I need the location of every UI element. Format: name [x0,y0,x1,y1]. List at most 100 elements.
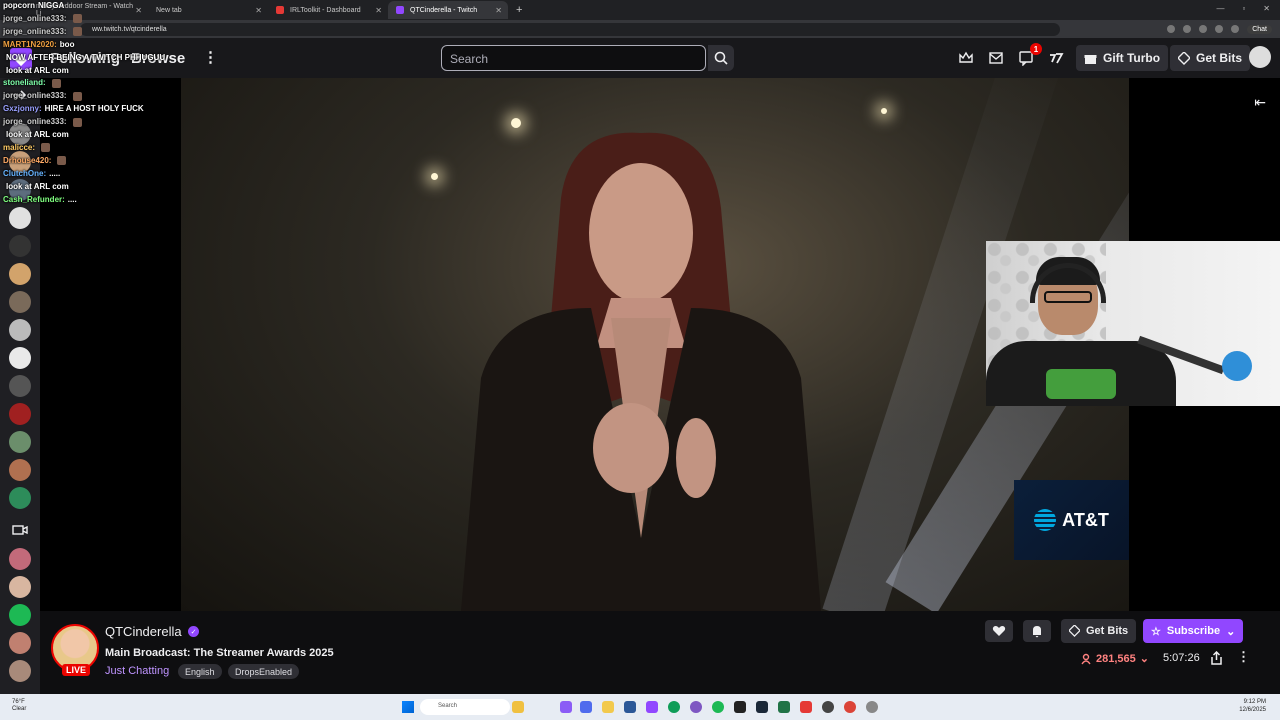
search-button[interactable] [708,45,734,71]
extension-icon[interactable] [1199,25,1208,33]
file-explorer-icon[interactable] [602,701,614,713]
twitch-taskbar-icon[interactable] [646,701,658,713]
chat-message-text: .... [67,194,77,204]
chrome-icon[interactable] [668,701,680,713]
close-tab-icon[interactable]: ✕ [375,6,382,15]
chat-username[interactable]: Gxzjonny: [3,104,42,113]
minimize-icon[interactable]: — [1216,4,1224,13]
taskbar-app-icon[interactable] [580,701,592,713]
gift-turbo-button[interactable]: Gift Turbo [1076,45,1169,71]
bell-icon [1033,625,1041,637]
chat-message-text: ..... [49,168,61,178]
chat-username[interactable]: malicce: [3,143,35,152]
taskbar-app-icon[interactable] [624,701,636,713]
channel-avatar[interactable] [9,263,31,285]
channel-name[interactable]: QTCinderella [105,624,182,639]
taskbar-app-icon[interactable] [560,701,572,713]
get-bits-button[interactable]: Get Bits [1061,619,1137,643]
close-window-icon[interactable]: ✕ [1263,4,1270,13]
channel-avatar[interactable] [9,207,31,229]
video-camera-icon[interactable] [12,524,28,536]
more-options-icon[interactable]: ⋮ [1237,649,1250,665]
taskbar-app-icon[interactable] [822,701,834,713]
channel-avatar[interactable] [9,347,31,369]
channel-avatar[interactable] [9,375,31,397]
profile-icon[interactable] [1231,25,1240,33]
follow-button[interactable] [985,620,1013,642]
chat-username[interactable]: jorge_online333: [3,91,67,100]
channel-avatar[interactable] [9,319,31,341]
get-bits-label: Get Bits [1196,51,1243,65]
channel-avatar[interactable] [9,632,31,654]
get-bits-button[interactable]: Get Bits [1170,45,1251,71]
channel-avatar[interactable] [9,459,31,481]
turbo-icon[interactable] [1048,50,1064,66]
inbox-icon[interactable] [988,50,1004,66]
extension-icon[interactable] [1215,25,1224,33]
system-clock[interactable]: 9:12 PM 12/6/2025 [1239,698,1266,714]
channel-avatar[interactable] [9,431,31,453]
channel-avatar[interactable] [9,548,31,570]
channel-avatar[interactable] [9,235,31,257]
tag-drops-enabled[interactable]: DropsEnabled [228,664,300,679]
chat-username[interactable]: jorge_online333: [3,14,67,23]
taskbar-app-icon[interactable] [734,701,746,713]
chat-username[interactable]: Cash_Refunder: [3,195,65,204]
taskbar-search-label: Search [438,703,458,709]
browser-tab[interactable]: IRLToolkit - Dashboard ✕ [268,1,388,19]
taskbar-app-icon[interactable] [800,701,812,713]
taskbar-app-icon[interactable] [512,701,524,713]
chat-username[interactable]: stoneliand: [3,78,46,87]
prime-crown-icon[interactable] [958,50,974,66]
user-avatar[interactable] [1249,46,1271,68]
maximize-icon[interactable]: ▫ [1242,4,1245,13]
share-icon[interactable] [1210,651,1223,665]
taskbar-app-icon[interactable] [778,701,790,713]
chat-username[interactable]: MART1N2020: [3,40,57,49]
notifications-button[interactable] [1023,620,1051,642]
new-tab-icon[interactable]: + [516,4,522,16]
att-globe-icon [1034,509,1057,531]
viewer-count[interactable]: 281,565 ⌄ [1080,652,1149,665]
chat-username[interactable]: ClutchOne: [3,169,46,178]
viewers-icon [1081,653,1091,664]
zoom-icon[interactable] [1167,25,1176,33]
twitch-favicon-icon [396,6,404,14]
channel-avatar[interactable] [9,291,31,313]
chat-username[interactable]: jorge_online333: [3,27,67,36]
channel-avatar[interactable] [9,403,31,425]
channel-avatar[interactable] [9,660,31,682]
windows-start-icon[interactable] [402,701,414,713]
chat-message: Cash_Refunder:.... [3,194,263,207]
channel-avatar[interactable] [9,487,31,509]
heart-icon [992,626,1006,636]
search-input[interactable]: Search [441,45,706,71]
channel-avatar[interactable] [9,576,31,598]
weather-widget[interactable]: 76°F Clear [12,699,26,713]
subscribe-button[interactable]: ☆ Subscribe ⌄ [1143,619,1244,643]
extensions-bar: Chat [1167,24,1272,34]
chat-message: jorge_online333: [3,26,263,39]
category-link[interactable]: Just Chatting [105,665,169,677]
spotify-icon[interactable] [712,701,724,713]
expand-chat-icon[interactable]: ⇤ [1254,94,1266,111]
bookmark-star-icon[interactable] [1183,25,1192,33]
chat-username[interactable]: jorge_online333: [3,117,67,126]
chat-emote-icon [41,143,51,153]
browser-chat-button[interactable]: Chat [1247,24,1272,34]
steam-icon[interactable] [756,701,768,713]
chat-message-text: NIGGA [38,1,65,10]
browser-tab-active[interactable]: QTCinderella - Twitch ✕ [388,1,508,19]
channel-avatar[interactable] [9,604,31,626]
close-tab-icon[interactable]: ✕ [495,6,502,15]
taskbar-app-icon[interactable] [844,701,856,713]
chat-message: jorge_online333: [3,116,263,129]
chat-message: look at ARL com [3,65,263,78]
tag-english[interactable]: English [178,664,222,679]
chat-username[interactable]: popcorn [3,1,35,10]
taskbar-search[interactable]: Search [420,699,510,715]
get-bits-label: Get Bits [1086,625,1129,637]
chat-username[interactable]: Drhouse420: [3,156,51,165]
taskbar-app-icon[interactable] [690,701,702,713]
settings-icon[interactable] [866,701,878,713]
